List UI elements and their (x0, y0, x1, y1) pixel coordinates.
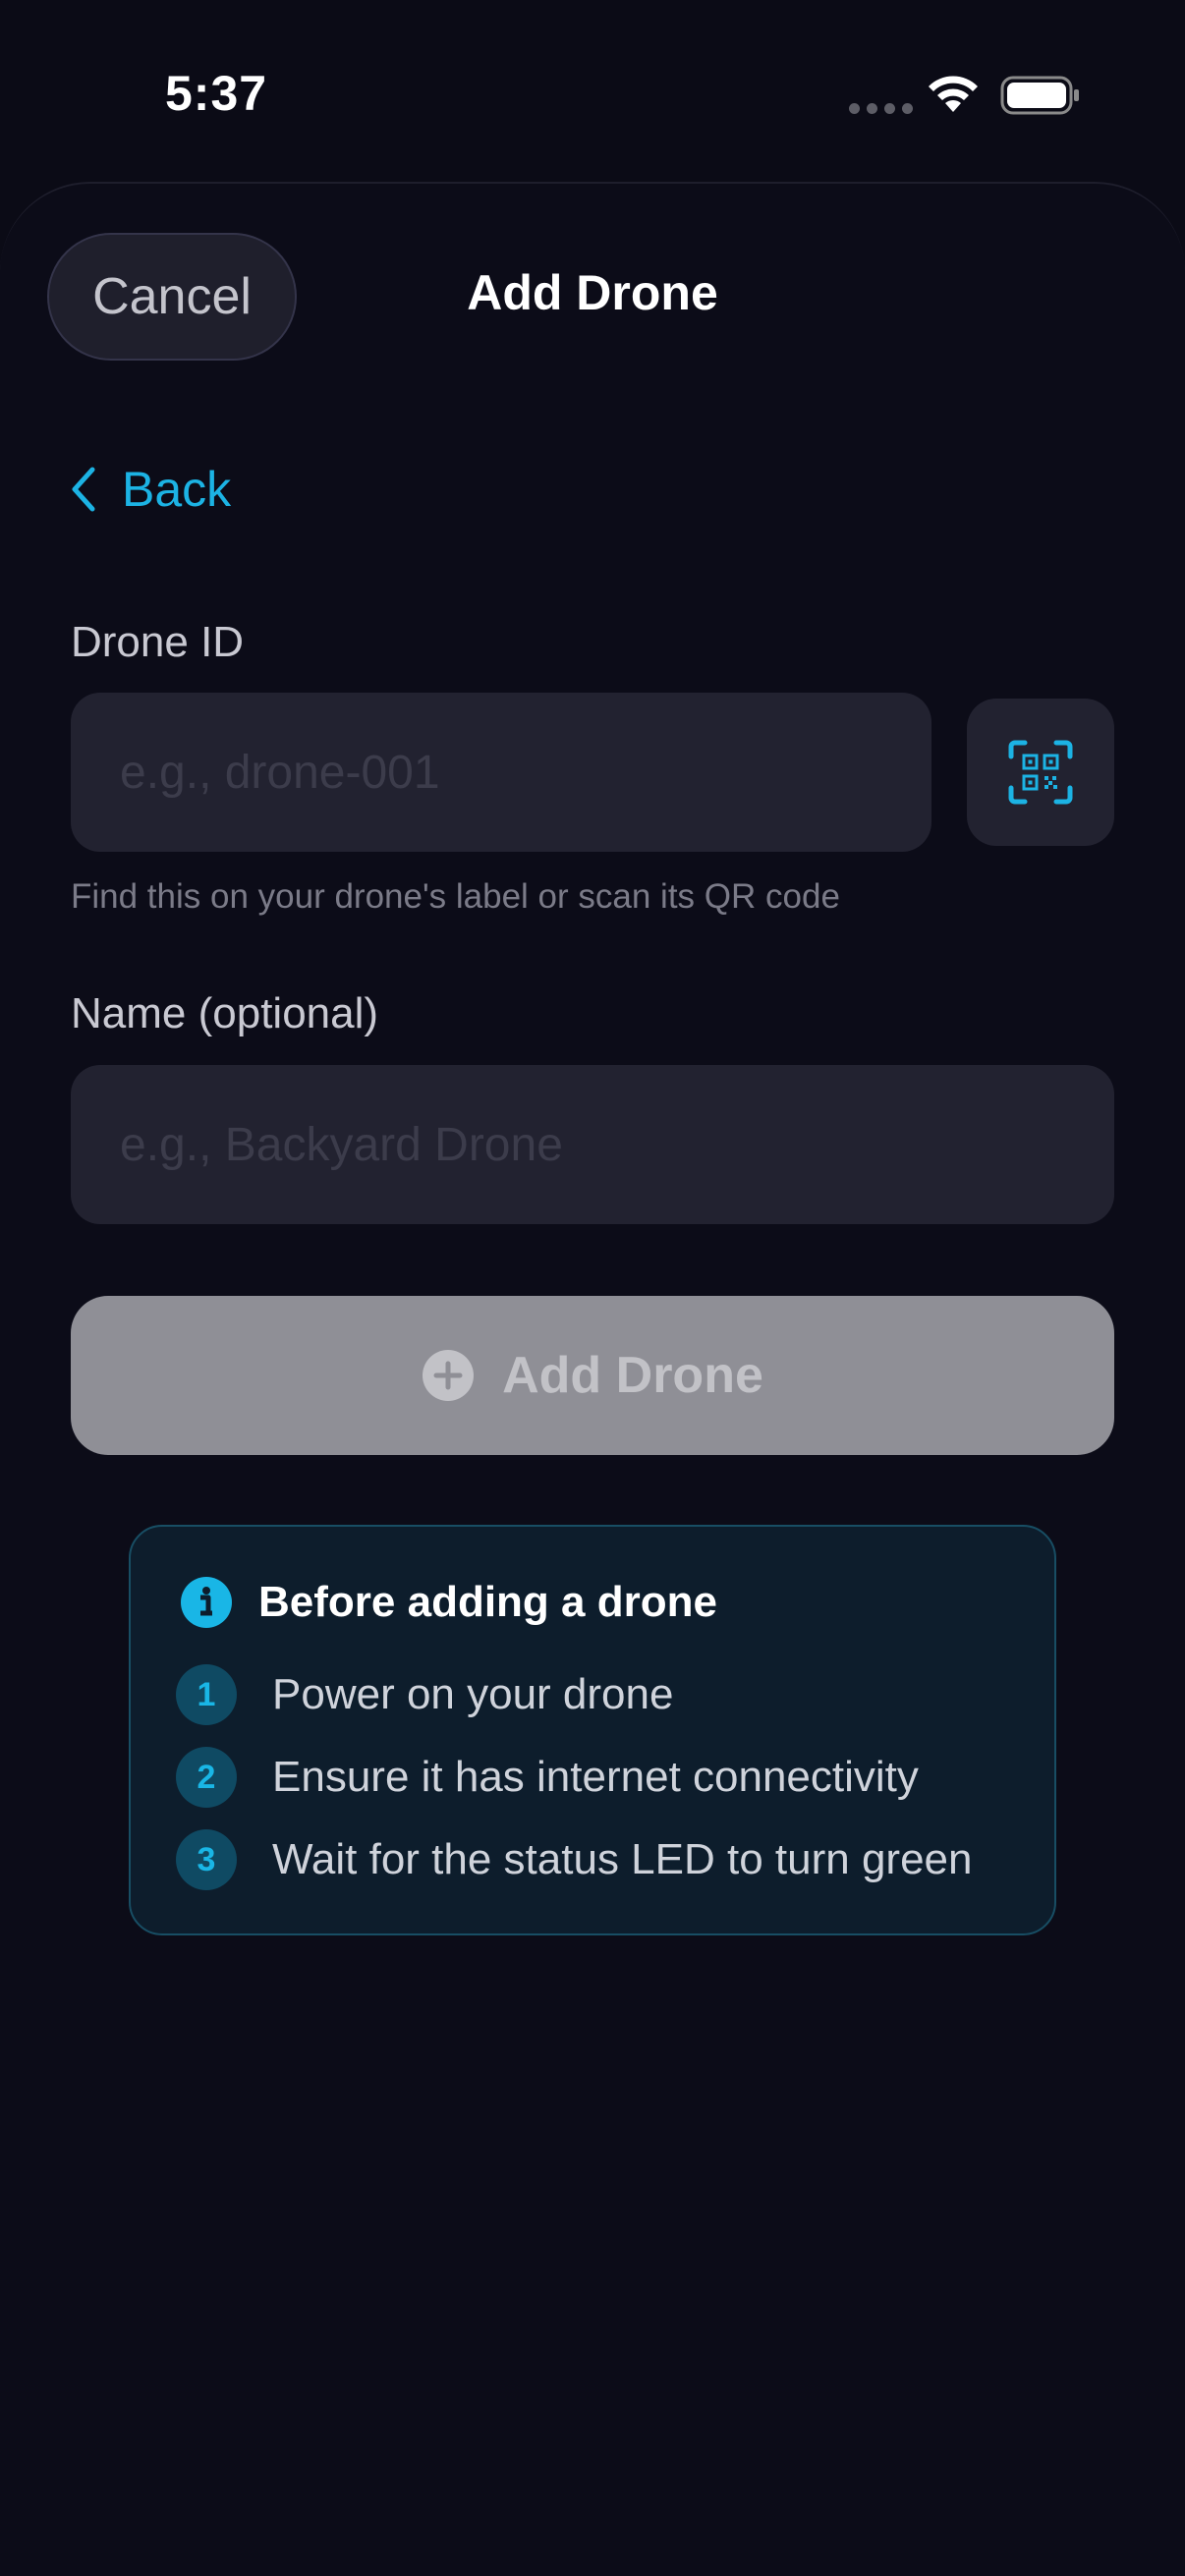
step-number-badge: 2 (176, 1747, 237, 1808)
step-number-badge: 1 (176, 1664, 237, 1725)
add-drone-button-label: Add Drone (502, 1347, 763, 1404)
back-label: Back (122, 462, 232, 517)
drone-id-helper-text: Find this on your drone's label or scan … (71, 877, 840, 916)
info-card-title: Before adding a drone (258, 1578, 717, 1626)
add-drone-sheet: Cancel Add Drone Back Drone ID e.g., dro… (0, 182, 1185, 2576)
drone-id-field-container (71, 693, 931, 852)
info-card: Before adding a drone 1 Power on your dr… (129, 1525, 1056, 1935)
cellular-signal-icon (849, 103, 913, 114)
step-text: Ensure it has internet connectivity (272, 1753, 919, 1801)
info-step: 3 Wait for the status LED to turn green (176, 1829, 973, 1890)
qr-scan-button[interactable] (967, 699, 1114, 846)
chevron-left-icon (72, 467, 95, 512)
step-text: Power on your drone (272, 1670, 674, 1718)
info-step: 2 Ensure it has internet connectivity (176, 1747, 919, 1808)
info-card-header: Before adding a drone (180, 1576, 717, 1629)
drone-id-label: Drone ID (71, 618, 245, 666)
qr-scan-icon (1008, 740, 1073, 805)
back-button[interactable]: Back (69, 461, 231, 518)
step-text: Wait for the status LED to turn green (272, 1835, 973, 1883)
info-circle-icon (181, 1577, 232, 1628)
add-drone-button[interactable]: Add Drone (71, 1296, 1114, 1455)
name-field-container (71, 1065, 1114, 1224)
status-time: 5:37 (165, 66, 268, 121)
page-title: Add Drone (467, 265, 718, 320)
status-bar: 5:37 (0, 0, 1185, 177)
info-step: 1 Power on your drone (176, 1664, 673, 1725)
name-input[interactable] (118, 1116, 1114, 1173)
battery-icon (1000, 76, 1079, 115)
plus-circle-icon (423, 1350, 475, 1401)
step-number-badge: 3 (176, 1829, 237, 1890)
wifi-icon (929, 76, 978, 112)
drone-id-input[interactable] (118, 744, 931, 801)
name-label: Name (optional) (71, 989, 379, 1037)
